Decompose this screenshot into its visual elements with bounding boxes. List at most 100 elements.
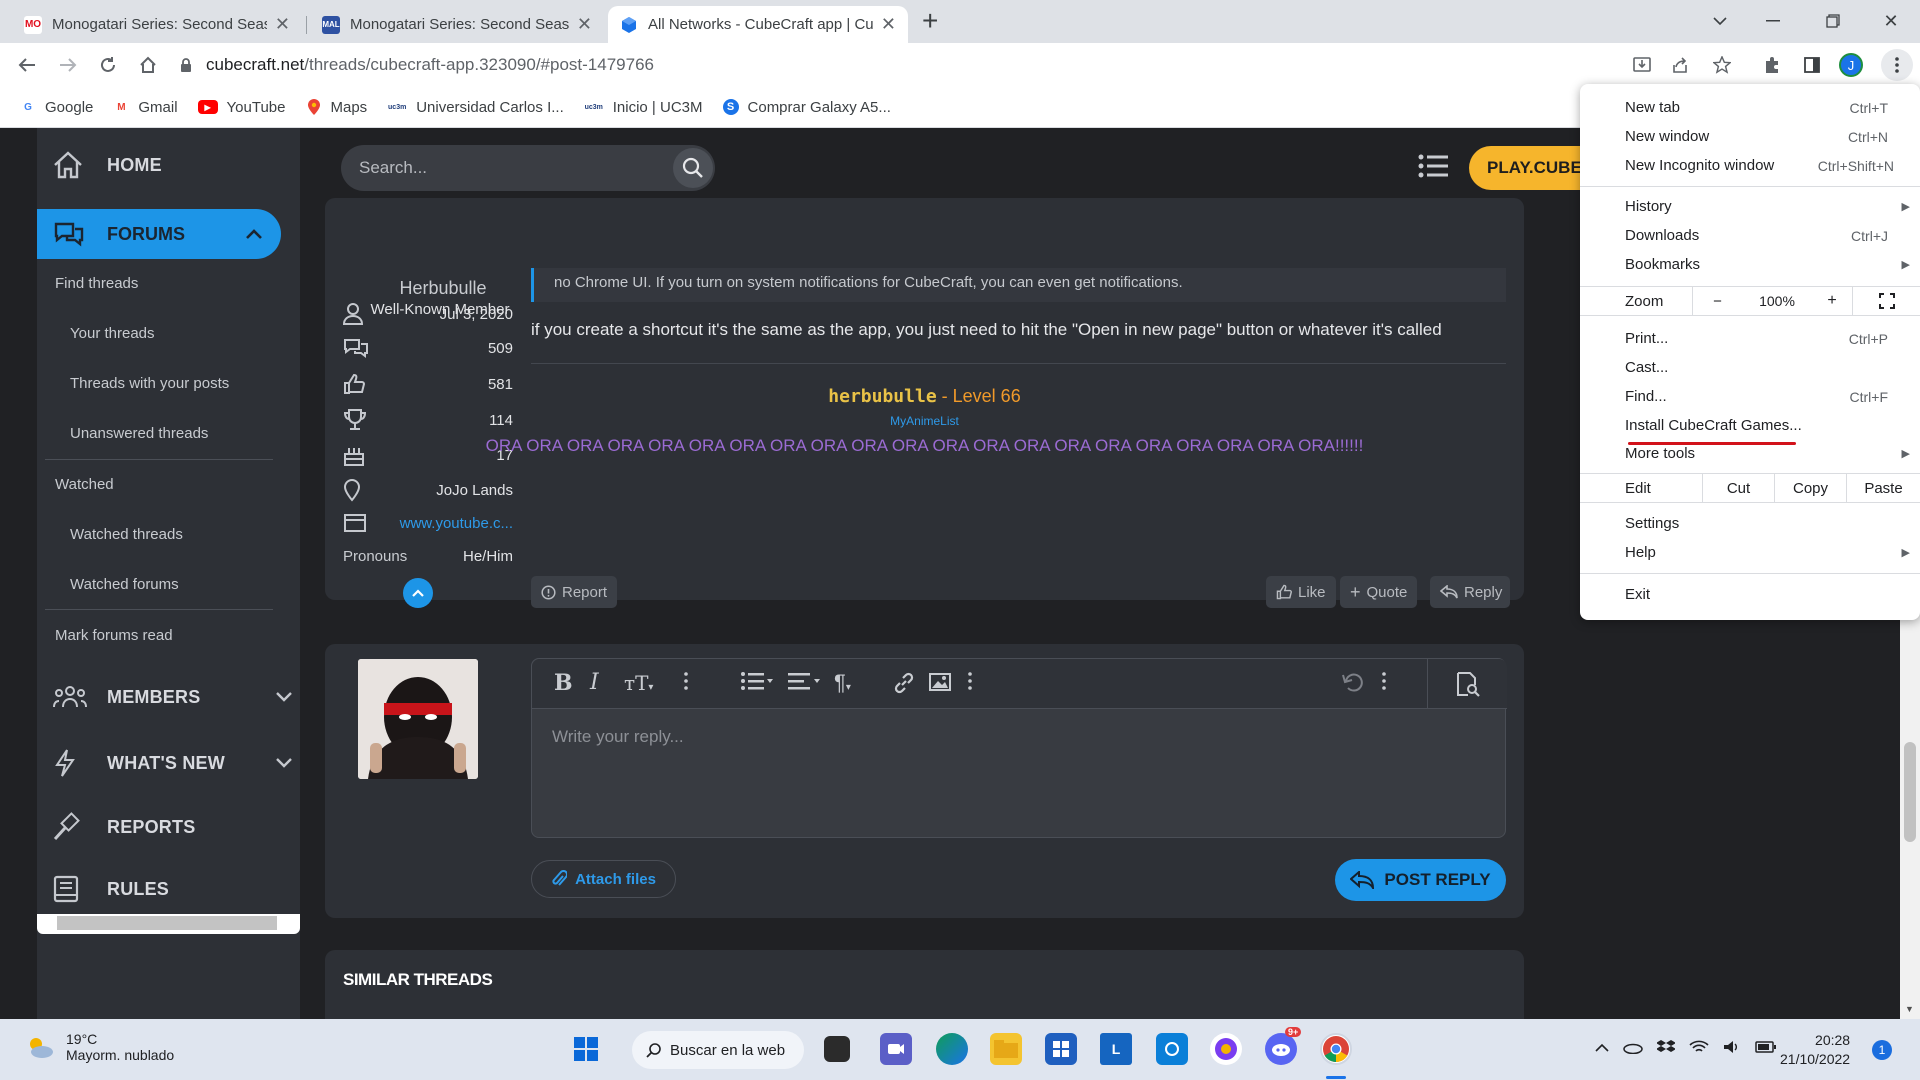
paste-button[interactable]: Paste — [1846, 474, 1920, 502]
battery-icon[interactable] — [1755, 1041, 1777, 1053]
new-tab-button[interactable]: + — [922, 6, 938, 36]
sidebar-item-forums[interactable]: FORUMS — [37, 209, 281, 259]
align-icon[interactable] — [787, 671, 821, 691]
sidebar-your-threads[interactable]: Your threads — [70, 325, 155, 342]
bookmark-maps[interactable]: Maps — [306, 99, 367, 116]
sidebar-find-threads[interactable]: Find threads — [55, 275, 138, 292]
more-options-icon[interactable] — [1382, 671, 1386, 691]
side-panel-icon[interactable] — [1800, 53, 1824, 77]
zoom-out-button[interactable]: − — [1692, 287, 1742, 315]
lock-icon[interactable] — [180, 57, 192, 73]
chrome-menu-icon[interactable] — [1881, 49, 1913, 81]
menu-print[interactable]: Print... Ctrl+P — [1580, 324, 1920, 353]
close-window-icon[interactable]: ✕ — [1876, 6, 1906, 36]
zoom-in-button[interactable]: + — [1812, 287, 1852, 315]
edge-browser-icon[interactable] — [936, 1033, 968, 1065]
fullscreen-icon[interactable] — [1852, 287, 1920, 315]
image-icon[interactable] — [928, 671, 952, 693]
bookmark-star-icon[interactable] — [1710, 53, 1734, 77]
sidebar-watched-threads[interactable]: Watched threads — [70, 526, 183, 543]
user-avatar[interactable] — [358, 659, 478, 779]
menu-exit[interactable]: Exit — [1580, 580, 1920, 609]
play-server-button[interactable]: PLAY.CUBECRAFT.NET — [1469, 146, 1589, 190]
tab-cubecraft-active[interactable]: All Networks - CubeCraft app | Cu ✕ — [608, 6, 908, 43]
sidebar-watched[interactable]: Watched — [55, 476, 114, 493]
microsoft-store-icon[interactable] — [1045, 1033, 1077, 1065]
close-tab-icon[interactable]: ✕ — [275, 14, 290, 35]
sidebar-unanswered-threads[interactable]: Unanswered threads — [70, 425, 208, 442]
page-scroll-thumb[interactable] — [1904, 742, 1916, 842]
home-icon[interactable] — [134, 51, 162, 79]
dropbox-icon[interactable] — [1657, 1039, 1675, 1055]
list-icon[interactable] — [740, 671, 774, 691]
post-username[interactable]: Herbubulle — [373, 278, 513, 299]
menu-bookmarks[interactable]: Bookmarks ▶ — [1580, 250, 1920, 279]
menu-settings[interactable]: Settings — [1580, 509, 1920, 538]
bookmark-uc3m-2[interactable]: uc3m Inicio | UC3M — [584, 99, 703, 116]
address-bar[interactable]: cubecraft.net/threads/cubecraft-app.3230… — [176, 48, 1654, 82]
paragraph-icon[interactable]: ¶▾ — [834, 671, 851, 700]
chrome-icon[interactable] — [1320, 1033, 1352, 1065]
chevron-up-icon[interactable] — [245, 228, 263, 240]
tab-search-icon[interactable] — [1705, 6, 1735, 36]
preview-icon[interactable] — [1454, 671, 1480, 697]
taskbar-clock[interactable]: 20:28 21/10/2022 — [1780, 1031, 1850, 1069]
website-link[interactable]: www.youtube.c... — [400, 515, 513, 532]
app-blue-icon[interactable] — [1156, 1033, 1188, 1065]
link-icon[interactable] — [892, 671, 916, 695]
post-reply-button[interactable]: POST REPLY — [1335, 859, 1506, 901]
share-icon[interactable] — [1668, 53, 1692, 77]
restore-icon[interactable] — [1818, 6, 1848, 36]
windows-start-icon[interactable] — [570, 1033, 602, 1065]
menu-more-tools[interactable]: More tools ▶ — [1580, 439, 1920, 468]
back-icon[interactable] — [13, 51, 41, 79]
notification-badge[interactable]: 1 — [1872, 1040, 1892, 1060]
forum-search-input[interactable]: Search... — [341, 145, 715, 191]
bookmark-youtube[interactable]: ▶ YouTube — [197, 99, 286, 116]
list-menu-icon[interactable] — [1418, 154, 1448, 178]
menu-find[interactable]: Find... Ctrl+F — [1580, 382, 1920, 411]
menu-cast[interactable]: Cast... — [1580, 353, 1920, 382]
bookmark-galaxy[interactable]: S Comprar Galaxy A5... — [722, 99, 891, 116]
italic-icon[interactable]: I — [590, 671, 599, 695]
text-size-icon[interactable]: тT▾ — [624, 671, 653, 700]
cut-button[interactable]: Cut — [1702, 474, 1774, 502]
discord-icon[interactable]: 9+ — [1265, 1027, 1302, 1065]
reply-button[interactable]: Reply — [1430, 576, 1510, 608]
reload-icon[interactable] — [94, 51, 122, 79]
like-button[interactable]: Like — [1266, 576, 1336, 608]
sidebar-watched-forums[interactable]: Watched forums — [70, 576, 179, 593]
menu-downloads[interactable]: Downloads Ctrl+J — [1580, 221, 1920, 250]
more-options-icon[interactable] — [968, 671, 972, 691]
task-view-icon[interactable] — [824, 1036, 850, 1062]
bookmark-google[interactable]: G Google — [20, 99, 93, 116]
sidebar-threads-with-posts[interactable]: Threads with your posts — [70, 375, 229, 392]
bookmark-uc3m-1[interactable]: uc3m Universidad Carlos I... — [387, 99, 564, 116]
close-tab-icon[interactable]: ✕ — [577, 14, 592, 35]
search-icon[interactable] — [673, 148, 713, 188]
wifi-icon[interactable] — [1689, 1039, 1709, 1055]
sidebar-item-members[interactable]: MEMBERS — [53, 685, 293, 709]
report-button[interactable]: Report — [531, 576, 618, 608]
attach-files-button[interactable]: Attach files — [531, 860, 676, 898]
more-options-icon[interactable] — [684, 671, 688, 691]
menu-new-tab[interactable]: New tab Ctrl+T — [1580, 93, 1920, 122]
weather-widget[interactable]: 19°C Mayorm. nublado — [24, 1031, 174, 1063]
sidebar-item-rules[interactable]: RULES — [53, 875, 169, 903]
sidebar-scrollbar[interactable] — [37, 914, 300, 934]
menu-new-window[interactable]: New window Ctrl+N — [1580, 122, 1920, 151]
copy-button[interactable]: Copy — [1774, 474, 1846, 502]
app-purple-icon[interactable] — [1210, 1033, 1242, 1065]
minimize-icon[interactable] — [1758, 6, 1788, 36]
quote-button[interactable]: + Quote — [1340, 576, 1418, 608]
teams-chat-icon[interactable] — [880, 1033, 912, 1065]
sidebar-item-whats-new[interactable]: WHAT'S NEW — [53, 748, 293, 778]
close-tab-icon[interactable]: ✕ — [881, 14, 896, 35]
chevron-down-icon[interactable] — [275, 691, 293, 703]
file-explorer-icon[interactable] — [990, 1033, 1022, 1065]
chevron-down-icon[interactable] — [275, 757, 293, 769]
volume-icon[interactable] — [1723, 1039, 1741, 1055]
extensions-icon[interactable] — [1760, 53, 1784, 77]
sidebar-item-home[interactable]: HOME — [53, 151, 162, 179]
menu-incognito[interactable]: New Incognito window Ctrl+Shift+N — [1580, 151, 1920, 180]
